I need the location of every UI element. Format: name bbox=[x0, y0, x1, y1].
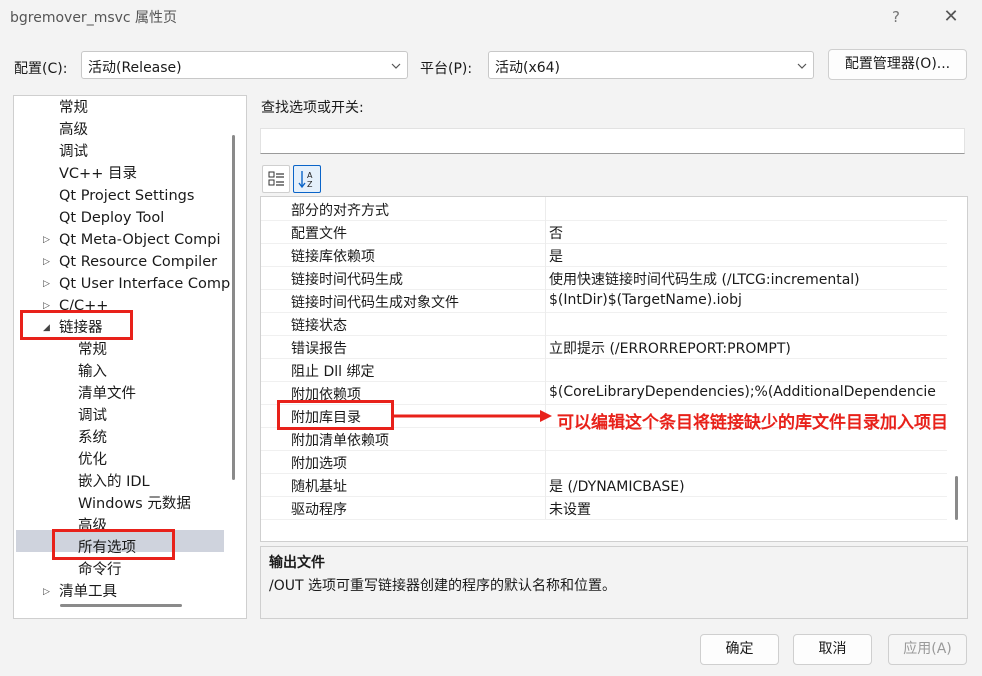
annotation-arrow bbox=[394, 410, 552, 422]
property-value[interactable]: 是 bbox=[549, 246, 563, 266]
property-grid[interactable]: 部分的对齐方式 配置文件 否链接库依赖项 是链接时间代码生成 使用快速链接时间代码生成 … bbox=[260, 196, 968, 542]
property-value[interactable]: 否 bbox=[549, 223, 563, 243]
tree-item[interactable]: 输入 bbox=[78, 361, 107, 383]
property-name: 链接时间代码生成 bbox=[291, 272, 403, 288]
property-name: 链接库依赖项 bbox=[291, 249, 375, 265]
annotation-box-linker bbox=[20, 310, 133, 340]
platform-combo[interactable]: 活动(x64) bbox=[488, 51, 814, 79]
chevron-down-icon bbox=[391, 63, 401, 69]
property-name: 部分的对齐方式 bbox=[291, 203, 389, 219]
property-row[interactable]: 链接时间代码生成对象文件 $(IntDir)$(TargetName).iobj bbox=[261, 290, 947, 313]
categorized-icon bbox=[268, 171, 284, 186]
tree-item[interactable]: 系统 bbox=[78, 427, 107, 449]
property-row[interactable]: 链接时间代码生成 使用快速链接时间代码生成 (/LTCG:incremental) bbox=[261, 267, 947, 290]
property-row[interactable]: 随机基址 是 (/DYNAMICBASE) bbox=[261, 474, 947, 497]
expand-arrow-icon[interactable]: ▷ bbox=[43, 587, 50, 597]
property-value[interactable]: $(CoreLibraryDependencies);%(AdditionalD… bbox=[549, 384, 936, 400]
property-name: 附加清单依赖项 bbox=[291, 433, 389, 449]
search-input[interactable] bbox=[260, 128, 965, 154]
annotation-box-all-options bbox=[52, 529, 175, 560]
tree-item[interactable]: 常规 bbox=[78, 339, 107, 361]
property-value[interactable]: 是 (/DYNAMICBASE) bbox=[549, 476, 685, 496]
config-label: 配置(C): bbox=[14, 61, 68, 77]
property-value[interactable]: 未设置 bbox=[549, 499, 591, 519]
property-name: 链接时间代码生成对象文件 bbox=[291, 295, 459, 311]
close-button[interactable]: ✕ bbox=[935, 4, 967, 30]
categorized-view-button[interactable] bbox=[262, 165, 290, 193]
description-text: /OUT 选项可重写链接器创建的程序的默认名称和位置。 bbox=[269, 578, 616, 594]
tree-item[interactable]: Qt User Interface Comp bbox=[59, 273, 230, 295]
tree-horizontal-scrollbar[interactable] bbox=[60, 604, 182, 607]
tree-item[interactable]: 常规 bbox=[59, 97, 88, 119]
tree-item[interactable]: 清单文件 bbox=[78, 383, 136, 405]
tree-item[interactable]: 调试 bbox=[78, 405, 107, 427]
expand-arrow-icon[interactable]: ▷ bbox=[43, 279, 50, 289]
window-title: bgremover_msvc 属性页 bbox=[10, 10, 178, 26]
tree-vertical-scrollbar[interactable] bbox=[232, 135, 235, 480]
svg-text:Z: Z bbox=[307, 180, 313, 189]
tree-item[interactable]: VC++ 目录 bbox=[59, 163, 137, 185]
tree-item[interactable]: Qt Resource Compiler bbox=[59, 251, 217, 273]
property-name: 错误报告 bbox=[291, 341, 347, 357]
expand-arrow-icon[interactable]: ▷ bbox=[43, 235, 50, 245]
property-row[interactable]: 链接状态 bbox=[261, 313, 947, 336]
platform-combo-value: 活动(x64) bbox=[495, 60, 561, 76]
tree-item[interactable]: Qt Deploy Tool bbox=[59, 207, 164, 229]
property-row[interactable]: 部分的对齐方式 bbox=[261, 198, 947, 221]
property-row[interactable]: 驱动程序 未设置 bbox=[261, 497, 947, 520]
expand-arrow-icon[interactable]: ▷ bbox=[43, 257, 50, 267]
help-button[interactable]: ? bbox=[880, 4, 912, 30]
search-label: 查找选项或开关: bbox=[261, 100, 364, 116]
tree-item[interactable]: Windows 元数据 bbox=[78, 493, 191, 515]
cancel-button[interactable]: 取消 bbox=[793, 634, 872, 665]
configuration-manager-button[interactable]: 配置管理器(O)... bbox=[828, 49, 967, 80]
property-value[interactable]: 立即提示 (/ERRORREPORT:PROMPT) bbox=[549, 338, 791, 358]
property-name: 阻止 Dll 绑定 bbox=[291, 364, 375, 380]
description-title: 输出文件 bbox=[269, 555, 325, 571]
description-panel: 输出文件 /OUT 选项可重写链接器创建的程序的默认名称和位置。 bbox=[260, 546, 968, 619]
property-row[interactable]: 附加选项 bbox=[261, 451, 947, 474]
apply-button[interactable]: 应用(A) bbox=[888, 634, 967, 665]
annotation-box-library-dirs bbox=[277, 400, 394, 430]
svg-text:A: A bbox=[307, 171, 313, 180]
tree-item[interactable]: 嵌入的 IDL bbox=[78, 471, 150, 493]
tree-item[interactable]: Qt Project Settings bbox=[59, 185, 194, 207]
property-value[interactable]: 使用快速链接时间代码生成 (/LTCG:incremental) bbox=[549, 269, 860, 289]
tree-item[interactable]: 高级 bbox=[59, 119, 88, 141]
property-name: 配置文件 bbox=[291, 226, 347, 242]
property-row[interactable]: 配置文件 否 bbox=[261, 221, 947, 244]
property-row[interactable]: 错误报告 立即提示 (/ERRORREPORT:PROMPT) bbox=[261, 336, 947, 359]
property-row[interactable]: 链接库依赖项 是 bbox=[261, 244, 947, 267]
annotation-text: 可以编辑这个条目将链接缺少的库文件目录加入项目 bbox=[557, 413, 948, 433]
grid-vertical-scrollbar[interactable] bbox=[955, 476, 958, 520]
config-combo-value: 活动(Release) bbox=[88, 60, 182, 76]
property-name: 随机基址 bbox=[291, 479, 347, 495]
alphabetical-view-button[interactable]: A Z bbox=[293, 165, 321, 193]
property-name: 驱动程序 bbox=[291, 502, 347, 518]
property-name: 链接状态 bbox=[291, 318, 347, 334]
property-row[interactable]: 阻止 Dll 绑定 bbox=[261, 359, 947, 382]
sort-alphabetical-icon: A Z bbox=[298, 171, 313, 189]
property-name: 附加选项 bbox=[291, 456, 347, 472]
grid-column-divider[interactable] bbox=[545, 197, 546, 519]
platform-label: 平台(P): bbox=[420, 61, 473, 77]
chevron-down-icon bbox=[797, 63, 807, 69]
property-value[interactable]: $(IntDir)$(TargetName).iobj bbox=[549, 292, 742, 308]
title-bar: bgremover_msvc 属性页 ? ✕ bbox=[0, 0, 982, 34]
tree-item[interactable]: 调试 bbox=[59, 141, 88, 163]
tree-item[interactable]: 清单工具 bbox=[59, 581, 117, 603]
tree-item[interactable]: 命令行 bbox=[78, 559, 122, 581]
config-combo[interactable]: 活动(Release) bbox=[81, 51, 408, 79]
tree-item[interactable]: Qt Meta-Object Compi bbox=[59, 229, 221, 251]
ok-button[interactable]: 确定 bbox=[700, 634, 779, 665]
tree-item[interactable]: 优化 bbox=[78, 449, 107, 471]
